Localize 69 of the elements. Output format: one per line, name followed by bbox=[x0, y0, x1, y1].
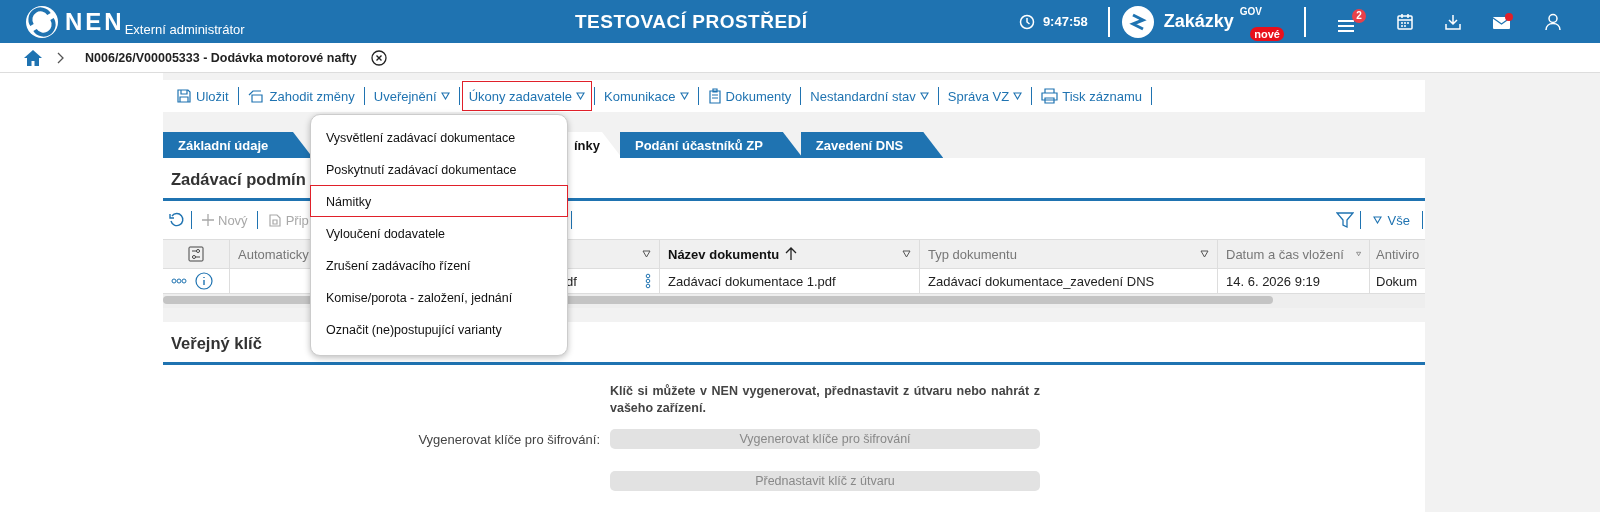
caret-icon bbox=[576, 92, 585, 100]
menu-item[interactable]: Označit (ne)postupující varianty bbox=[310, 313, 568, 345]
toolbar-button[interactable]: Uveřejnění bbox=[366, 81, 457, 111]
info-icon[interactable] bbox=[195, 272, 213, 290]
environment-title: TESTOVACÍ PROSTŘEDÍ bbox=[575, 10, 808, 33]
caret-icon[interactable] bbox=[642, 250, 651, 258]
settings-icon[interactable] bbox=[188, 246, 204, 262]
caret-icon bbox=[440, 92, 450, 100]
caret-icon[interactable] bbox=[1355, 250, 1361, 258]
caret-icon bbox=[1372, 216, 1382, 224]
info-text: Klíč si můžete v NEN vygenerovat, přednastavit z útvaru nebo nahrát z vašeho zařízení. bbox=[610, 383, 1040, 417]
toolbar-button[interactable]: Tisk záznamu bbox=[1034, 81, 1149, 111]
field-label: Vygenerovat klíče pro šifrování: bbox=[418, 431, 600, 447]
calendar-icon[interactable] bbox=[1396, 12, 1414, 31]
column-header[interactable]: Antiviro bbox=[1370, 240, 1425, 268]
toolbar-button[interactable]: Správa VZ bbox=[940, 81, 1030, 111]
menu-item[interactable]: Zrušení zadávacího řízení bbox=[310, 249, 568, 281]
toolbar-button[interactable]: Komunikace bbox=[597, 81, 696, 111]
menu-item[interactable]: Vysvětlení zadávací dokumentace bbox=[310, 121, 568, 153]
toolbar-button[interactable]: Uložit bbox=[169, 81, 236, 111]
view-filter-button[interactable]: Vše bbox=[1366, 211, 1416, 229]
caret-icon bbox=[919, 92, 929, 100]
close-icon[interactable] bbox=[370, 49, 387, 66]
caret-icon bbox=[1013, 92, 1023, 100]
printer-icon bbox=[1041, 88, 1059, 104]
portal-link[interactable]: Zakázky GOV nové bbox=[1121, 1, 1284, 42]
menu-item[interactable]: Komise/porota - založení, jednání bbox=[310, 281, 568, 313]
mail-icon[interactable] bbox=[1492, 12, 1514, 31]
record-title: N006/26/V00005333 - Dodávka motorové nafty bbox=[85, 50, 357, 65]
home-icon[interactable] bbox=[23, 48, 43, 67]
plus-icon bbox=[201, 213, 215, 227]
caret-icon bbox=[679, 92, 689, 100]
toolbar-button[interactable]: Úkony zadavatele bbox=[461, 81, 592, 111]
column-header[interactable]: Datum a čas vložení bbox=[1218, 240, 1370, 268]
table-cell: Zadávací dokumentace 1.pdf bbox=[668, 273, 836, 289]
tab[interactable]: Základní údaje bbox=[163, 132, 313, 158]
document-gear-icon bbox=[266, 212, 283, 228]
product-name: NEN bbox=[65, 7, 125, 36]
caret-icon[interactable] bbox=[902, 250, 911, 258]
kebab-icon[interactable] bbox=[645, 273, 651, 289]
role-label: Externí administrátor bbox=[124, 21, 245, 37]
table-cell: 14. 6. 2026 9:19 bbox=[1226, 273, 1320, 289]
logo-icon bbox=[25, 4, 59, 39]
portal-logo-icon bbox=[1121, 5, 1154, 38]
clock-time: 9:47:58 bbox=[1042, 14, 1088, 29]
toolbar-button[interactable]: Nestandardní stav bbox=[803, 81, 936, 111]
save-icon bbox=[176, 88, 192, 104]
column-header[interactable]: Název dokumentu bbox=[660, 240, 920, 268]
menu-item[interactable]: Vyloučení dodavatele bbox=[310, 217, 568, 249]
clock-icon bbox=[1018, 13, 1035, 30]
tab[interactable]: Podání účastníků ZP bbox=[620, 132, 803, 158]
column-header[interactable]: Typ dokumentu bbox=[920, 240, 1218, 268]
user-icon[interactable] bbox=[1544, 12, 1562, 31]
filter-icon[interactable] bbox=[1335, 211, 1354, 229]
toolbar-button[interactable]: Zahodit změny bbox=[240, 81, 362, 111]
discard-icon bbox=[247, 89, 266, 103]
table-cell: Zadávací dokumentace_zavedení DNS bbox=[928, 273, 1155, 289]
toolbar-button[interactable]: Dokumenty bbox=[700, 81, 799, 111]
download-icon[interactable] bbox=[1444, 12, 1462, 31]
tab[interactable]: Zavedení DNS bbox=[800, 132, 944, 158]
more-icon[interactable] bbox=[171, 278, 187, 284]
refresh-icon[interactable] bbox=[169, 212, 185, 228]
caret-icon[interactable] bbox=[1200, 250, 1209, 258]
clipboard-icon bbox=[707, 88, 722, 104]
menu-item[interactable]: Námitky bbox=[310, 185, 568, 217]
chevron-icon bbox=[57, 51, 65, 64]
notification-badge: 2 bbox=[1352, 8, 1366, 23]
sort-arrow-icon bbox=[785, 247, 798, 261]
table-cell: Dokum bbox=[1376, 273, 1418, 289]
